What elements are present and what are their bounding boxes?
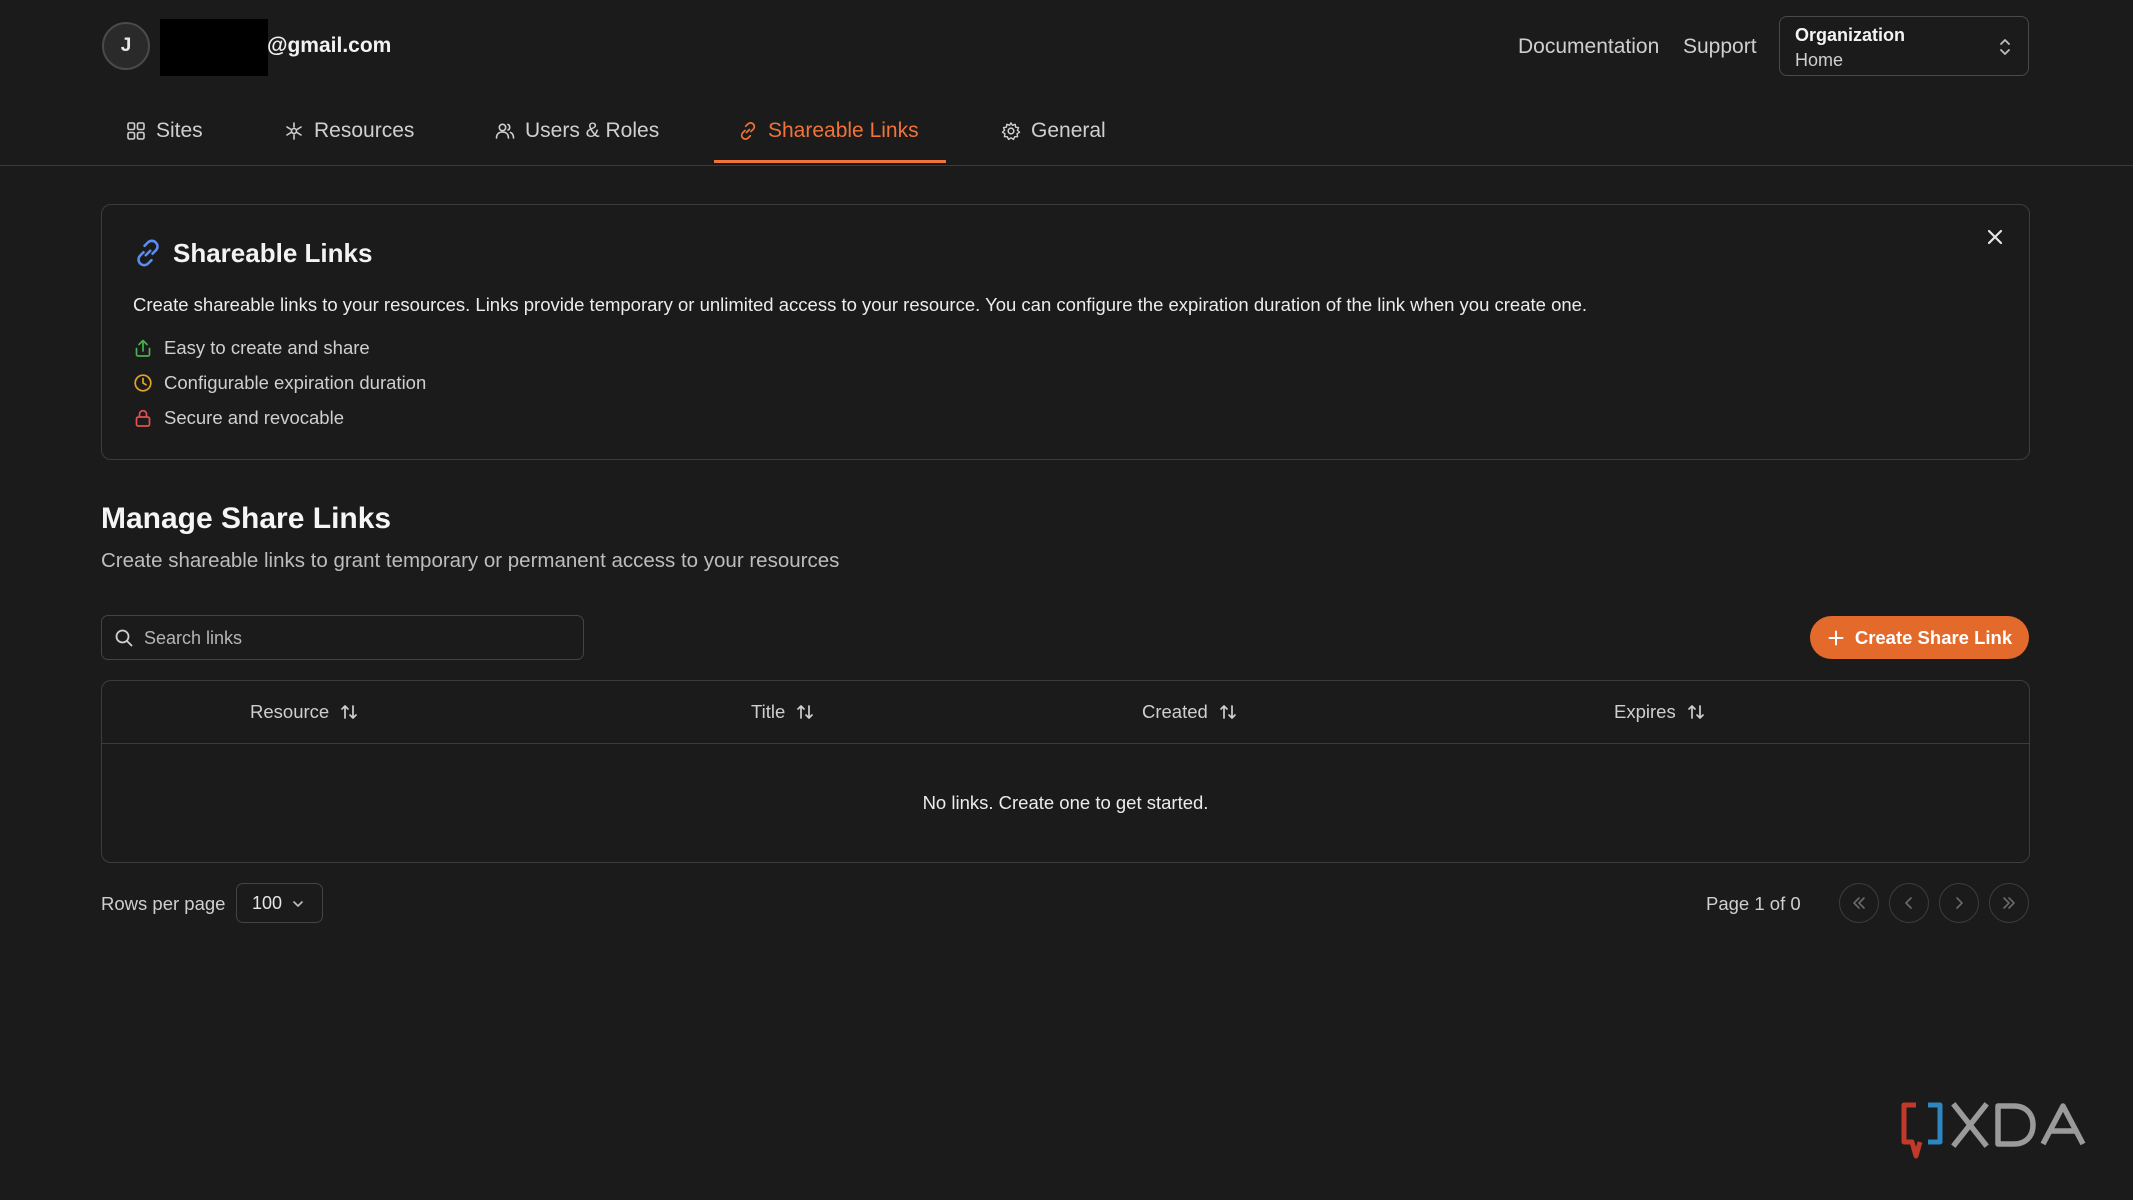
column-label: Resource [250, 701, 330, 722]
sites-icon [126, 121, 146, 141]
feature-text: Configurable expiration duration [164, 372, 427, 393]
feature-item: Configurable expiration duration [133, 372, 426, 394]
top-bar: J @gmail.com Documentation Support Organ… [0, 0, 2133, 92]
tab-label: General [1031, 119, 1106, 142]
table-empty-message: No links. Create one to get started. [922, 791, 1209, 813]
tab-label: Resources [314, 119, 415, 142]
xda-watermark-logo [1900, 1098, 2105, 1160]
sort-icon [795, 702, 815, 722]
search-box[interactable] [101, 615, 584, 661]
tab-label: Sites [156, 119, 203, 142]
create-share-link-button[interactable]: Create Share Link [1810, 616, 2029, 659]
link-icon [738, 121, 758, 141]
tab-label: Shareable Links [768, 119, 919, 142]
user-email: @gmail.com [267, 34, 392, 57]
gear-icon [1001, 121, 1021, 141]
share-links-table: Resource Title Created Expires No links.… [101, 680, 2030, 863]
last-page-button[interactable] [1989, 883, 2029, 923]
close-icon[interactable] [1985, 227, 2005, 247]
chevron-up-down-icon [1998, 37, 2012, 57]
feature-item: Easy to create and share [133, 337, 370, 359]
sort-icon [1218, 702, 1238, 722]
tab-resources[interactable]: Resources [284, 98, 414, 164]
column-header-title[interactable]: Title [751, 701, 815, 723]
create-share-link-label: Create Share Link [1854, 626, 2013, 648]
column-header-expires[interactable]: Expires [1614, 701, 1706, 723]
organization-selector[interactable]: Organization Home [1779, 16, 2029, 76]
users-icon [495, 121, 515, 141]
table-header: Resource Title Created Expires [102, 681, 2029, 744]
tab-shareable-links[interactable]: Shareable Links [738, 98, 919, 164]
next-page-button[interactable] [1939, 883, 1979, 923]
avatar[interactable]: J [102, 22, 150, 70]
section-subtitle: Create shareable links to grant temporar… [101, 549, 840, 572]
rows-per-page-label: Rows per page [101, 893, 226, 914]
search-input[interactable] [142, 616, 576, 661]
tab-general[interactable]: General [1001, 98, 1106, 164]
feature-item: Secure and revocable [133, 407, 344, 429]
chevrons-left-icon [1850, 894, 1868, 912]
redacted-email-part [160, 19, 268, 76]
info-card-title: Shareable Links [173, 238, 373, 268]
organization-label: Organization [1795, 25, 1906, 45]
column-label: Created [1142, 701, 1208, 722]
plus-icon [1827, 629, 1845, 647]
column-label: Title [751, 701, 786, 722]
link-icon [133, 238, 163, 268]
lock-icon [133, 408, 153, 428]
column-header-resource[interactable]: Resource [250, 701, 359, 723]
active-tab-indicator [714, 160, 946, 163]
tab-bar: Sites Resources Users & Roles Shareable … [0, 98, 2133, 166]
share-icon [133, 338, 153, 358]
sort-icon [339, 702, 359, 722]
first-page-button[interactable] [1839, 883, 1879, 923]
info-card: Shareable Links Create shareable links t… [101, 204, 2030, 460]
search-icon [114, 628, 134, 648]
support-link[interactable]: Support [1683, 35, 1757, 59]
resources-icon [284, 121, 304, 141]
chevron-right-icon [1950, 894, 1968, 912]
rows-per-page-value: 100 [252, 893, 283, 913]
chevron-down-icon [291, 897, 305, 911]
previous-page-button[interactable] [1889, 883, 1929, 923]
feature-text: Easy to create and share [164, 337, 370, 358]
tab-sites[interactable]: Sites [126, 98, 203, 164]
info-card-description: Create shareable links to your resources… [133, 294, 1588, 315]
tab-label: Users & Roles [525, 119, 660, 142]
chevrons-right-icon [2000, 894, 2018, 912]
chevron-left-icon [1900, 894, 1918, 912]
sort-icon [1686, 702, 1706, 722]
rows-per-page-select[interactable]: 100 [236, 883, 323, 923]
column-header-created[interactable]: Created [1142, 701, 1238, 723]
organization-value: Home [1795, 50, 1844, 70]
column-label: Expires [1614, 701, 1676, 722]
documentation-link[interactable]: Documentation [1518, 35, 1659, 59]
feature-text: Secure and revocable [164, 407, 344, 428]
section-title: Manage Share Links [101, 502, 392, 535]
page-info: Page 1 of 0 [1706, 893, 1801, 914]
clock-icon [133, 373, 153, 393]
tab-users-roles[interactable]: Users & Roles [495, 98, 659, 164]
